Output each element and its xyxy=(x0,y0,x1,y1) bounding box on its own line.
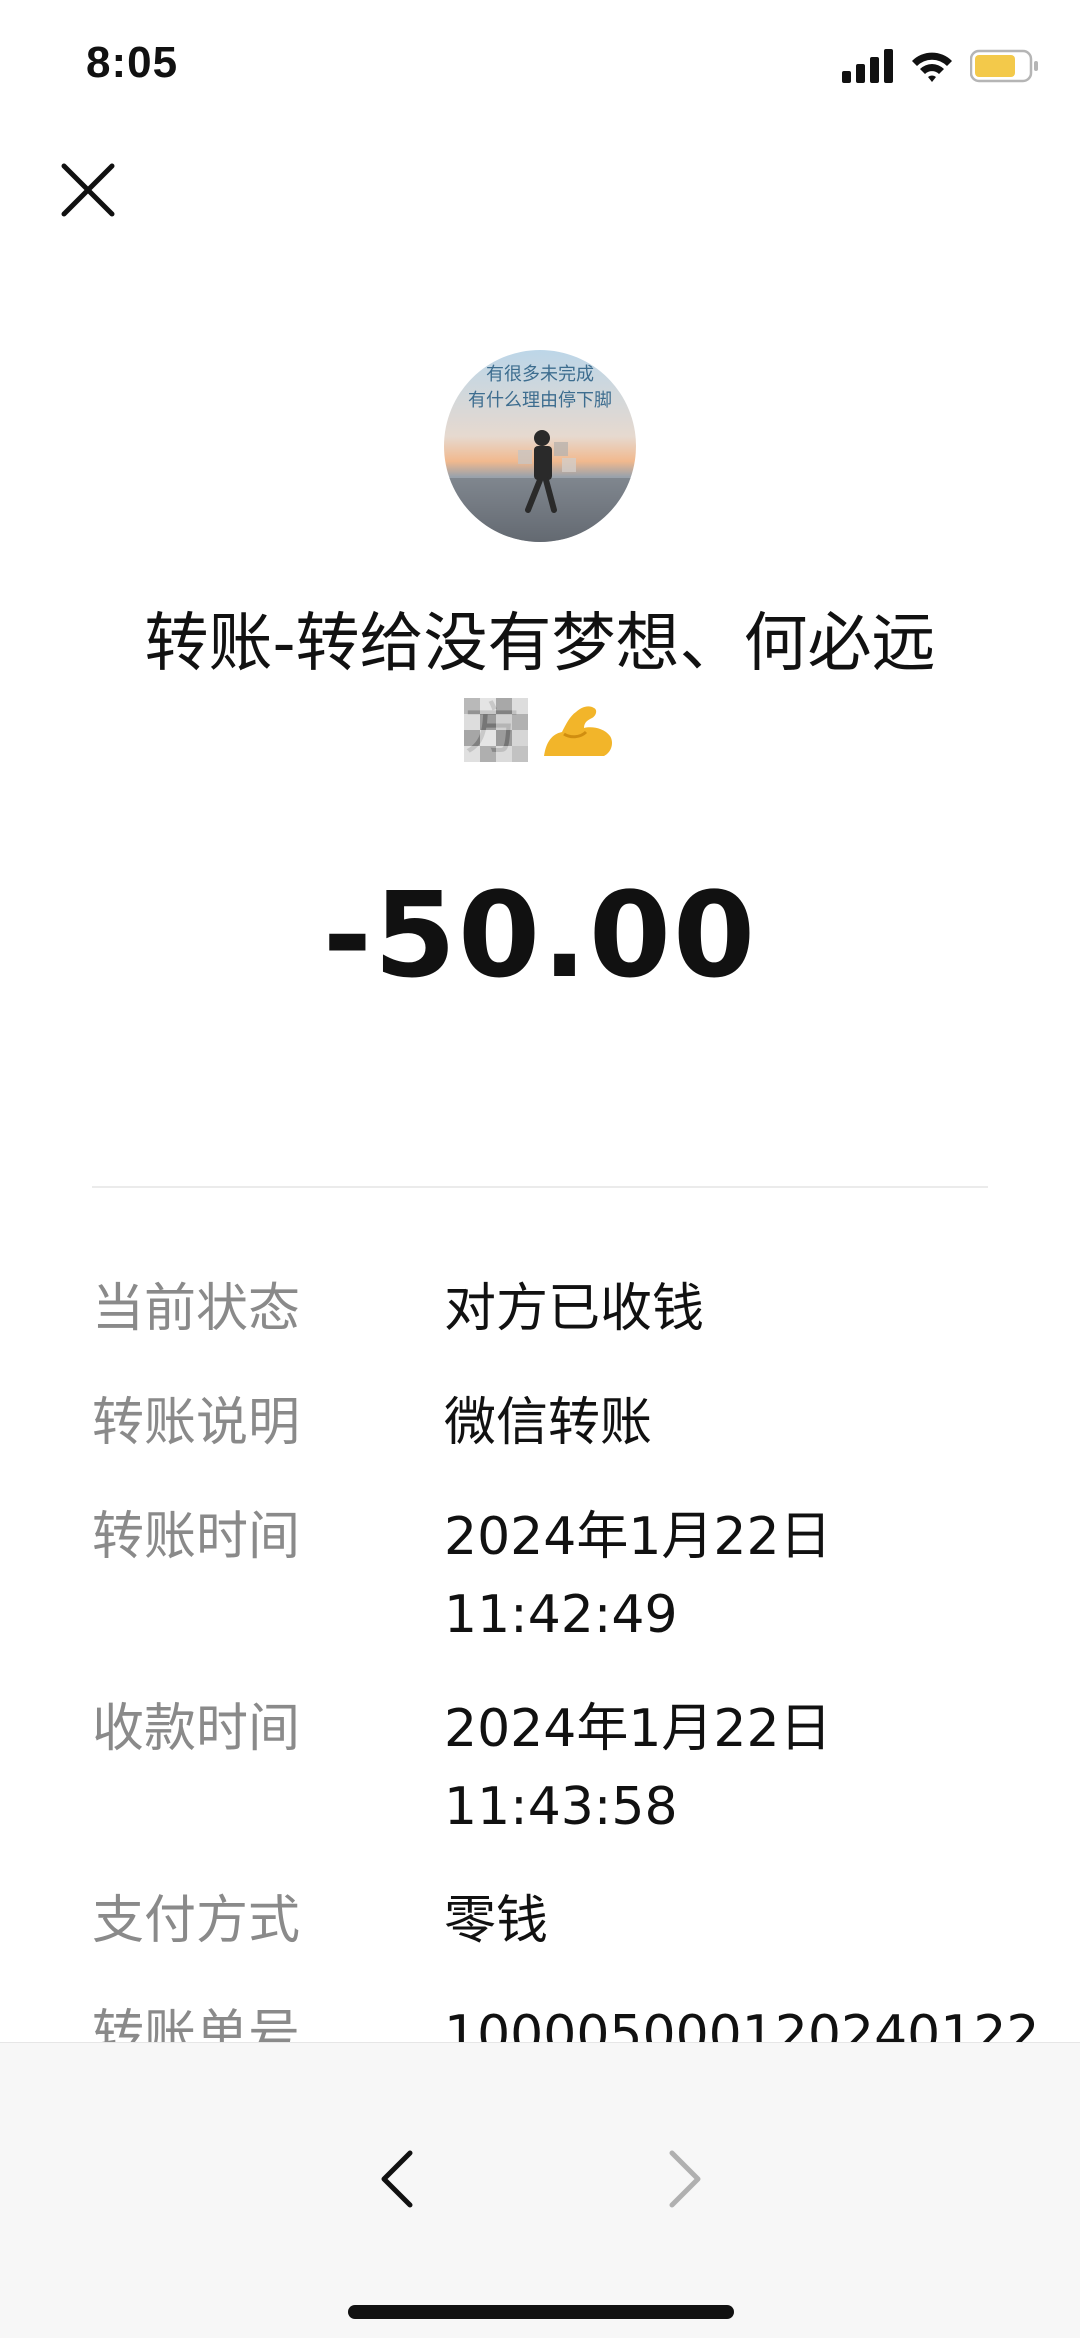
title-char-pixelated: 方 xyxy=(464,698,528,762)
avatar-caption-line2: 有什么理由停下脚 xyxy=(468,390,612,411)
forward-button[interactable] xyxy=(656,2143,712,2215)
bottom-navigation-bar xyxy=(0,2042,1080,2338)
status-bar: 8:05 xyxy=(0,0,1080,130)
detail-label: 收款时间 xyxy=(92,1699,301,1759)
detail-row-payment-method: 支付方式 零钱 xyxy=(92,1882,1032,1960)
detail-label: 支付方式 xyxy=(92,1891,301,1951)
detail-value: 2024年1月22日 11:42:49 xyxy=(444,1507,832,1645)
divider xyxy=(92,1186,988,1188)
close-button[interactable] xyxy=(54,156,122,224)
transfer-title-line2: 方 xyxy=(0,690,1080,770)
chevron-left-icon xyxy=(381,2150,413,2208)
detail-value: 2024年1月22日 11:43:58 xyxy=(444,1699,832,1837)
avatar: 有很多未完成 有什么理由停下脚 xyxy=(444,350,636,542)
status-time: 8:05 xyxy=(86,38,179,87)
flexed-biceps-icon xyxy=(544,706,612,756)
signal-icon xyxy=(842,49,893,83)
detail-row-receive-time: 收款时间 2024年1月22日 11:43:58 xyxy=(92,1690,1032,1846)
back-button[interactable] xyxy=(370,2143,426,2215)
detail-row-note: 转账说明 微信转账 xyxy=(92,1384,1032,1462)
detail-label: 转账时间 xyxy=(92,1507,301,1567)
detail-row-transfer-time: 转账时间 2024年1月22日 11:42:49 xyxy=(92,1498,1032,1654)
detail-value: 微信转账 xyxy=(444,1393,653,1453)
transfer-title: 转账-转给没有梦想、何必远 xyxy=(144,607,936,681)
transfer-amount: -50.00 xyxy=(322,866,758,1004)
detail-label: 当前状态 xyxy=(92,1279,301,1339)
detail-value: 对方已收钱 xyxy=(444,1279,705,1339)
home-indicator[interactable] xyxy=(348,2305,734,2319)
detail-value: 零钱 xyxy=(444,1891,549,1951)
wifi-icon xyxy=(912,52,952,82)
battery-icon xyxy=(970,49,1038,83)
detail-row-status: 当前状态 对方已收钱 xyxy=(92,1270,1032,1348)
status-icons xyxy=(842,46,1040,86)
transfer-detail-screen: 8:05 有很多未完成 有什么理由停下脚 转账-转给没有梦想、何必远 -50.0… xyxy=(0,0,1080,2338)
close-icon xyxy=(61,163,115,217)
chevron-right-icon xyxy=(669,2150,701,2208)
pixelation-mask xyxy=(464,698,528,762)
avatar-caption-line1: 有很多未完成 xyxy=(486,364,594,385)
transfer-details: 当前状态 对方已收钱 转账说明 微信转账 转账时间 2024年1月22日 11:… xyxy=(92,1270,1040,2110)
detail-label: 转账说明 xyxy=(92,1393,301,1453)
